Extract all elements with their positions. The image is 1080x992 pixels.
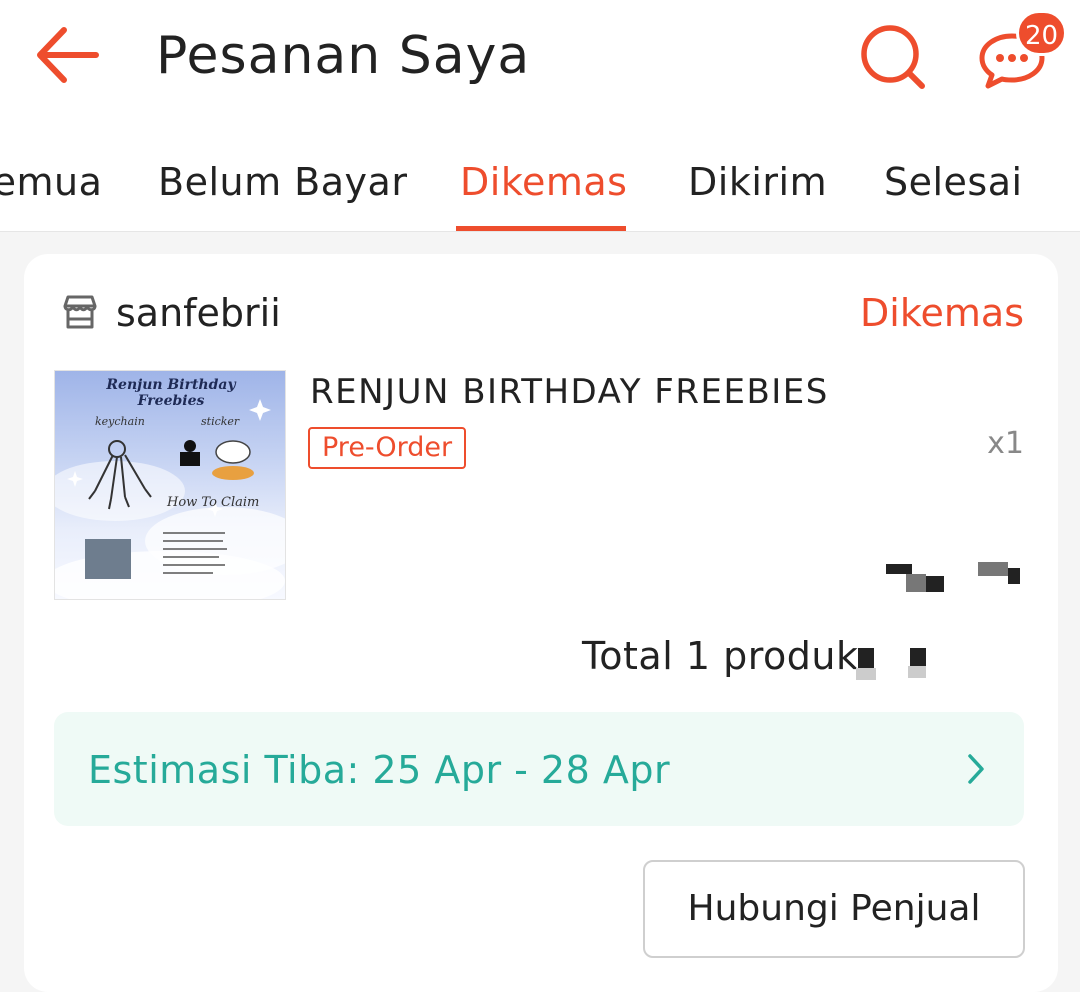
product-image-label-keychain: keychain (95, 415, 145, 428)
estimated-arrival-bar[interactable]: Estimasi Tiba: 25 Apr - 28 Apr (54, 712, 1024, 826)
estimated-arrival-text: Estimasi Tiba: 25 Apr - 28 Apr (88, 748, 671, 792)
app-header: Pesanan Saya 20 (0, 0, 1080, 118)
preorder-badge: Pre-Order (308, 427, 467, 469)
search-button[interactable] (856, 20, 932, 96)
active-tab-indicator (456, 226, 626, 231)
shop-icon (63, 295, 97, 329)
chevron-right-icon (968, 754, 984, 784)
total-products-label: Total 1 produk (582, 634, 859, 678)
tab-dikemas[interactable]: Dikemas (460, 158, 627, 206)
product-image[interactable]: Renjun Birthday Freebies keychain sticke… (54, 370, 286, 600)
order-status-tabs: Semua Belum Bayar Dikemas Dikirim Selesa… (0, 118, 1080, 232)
tab-selesai[interactable]: Selesai (884, 158, 1023, 206)
shop-name[interactable]: sanfebrii (116, 290, 281, 336)
tab-dikirim[interactable]: Dikirim (688, 158, 827, 206)
back-button[interactable] (30, 22, 106, 88)
search-icon (861, 25, 925, 89)
page-title: Pesanan Saya (156, 26, 531, 86)
order-status: Dikemas (860, 291, 1024, 335)
product-image-label-how-to-claim: How To Claim (167, 495, 260, 510)
product-image-title: Renjun Birthday Freebies (106, 377, 236, 409)
product-image-label-sticker: sticker (201, 415, 240, 428)
product-name[interactable]: RENJUN BIRTHDAY FREEBIES (310, 370, 829, 414)
contact-seller-button[interactable]: Hubungi Penjual (643, 860, 1025, 958)
tab-belum-bayar[interactable]: Belum Bayar (158, 158, 407, 206)
arrow-left-icon (37, 27, 99, 83)
product-quantity: x1 (987, 426, 1024, 461)
chat-notification-badge: 20 (1016, 10, 1068, 56)
tab-semua[interactable]: Semua (0, 158, 102, 206)
